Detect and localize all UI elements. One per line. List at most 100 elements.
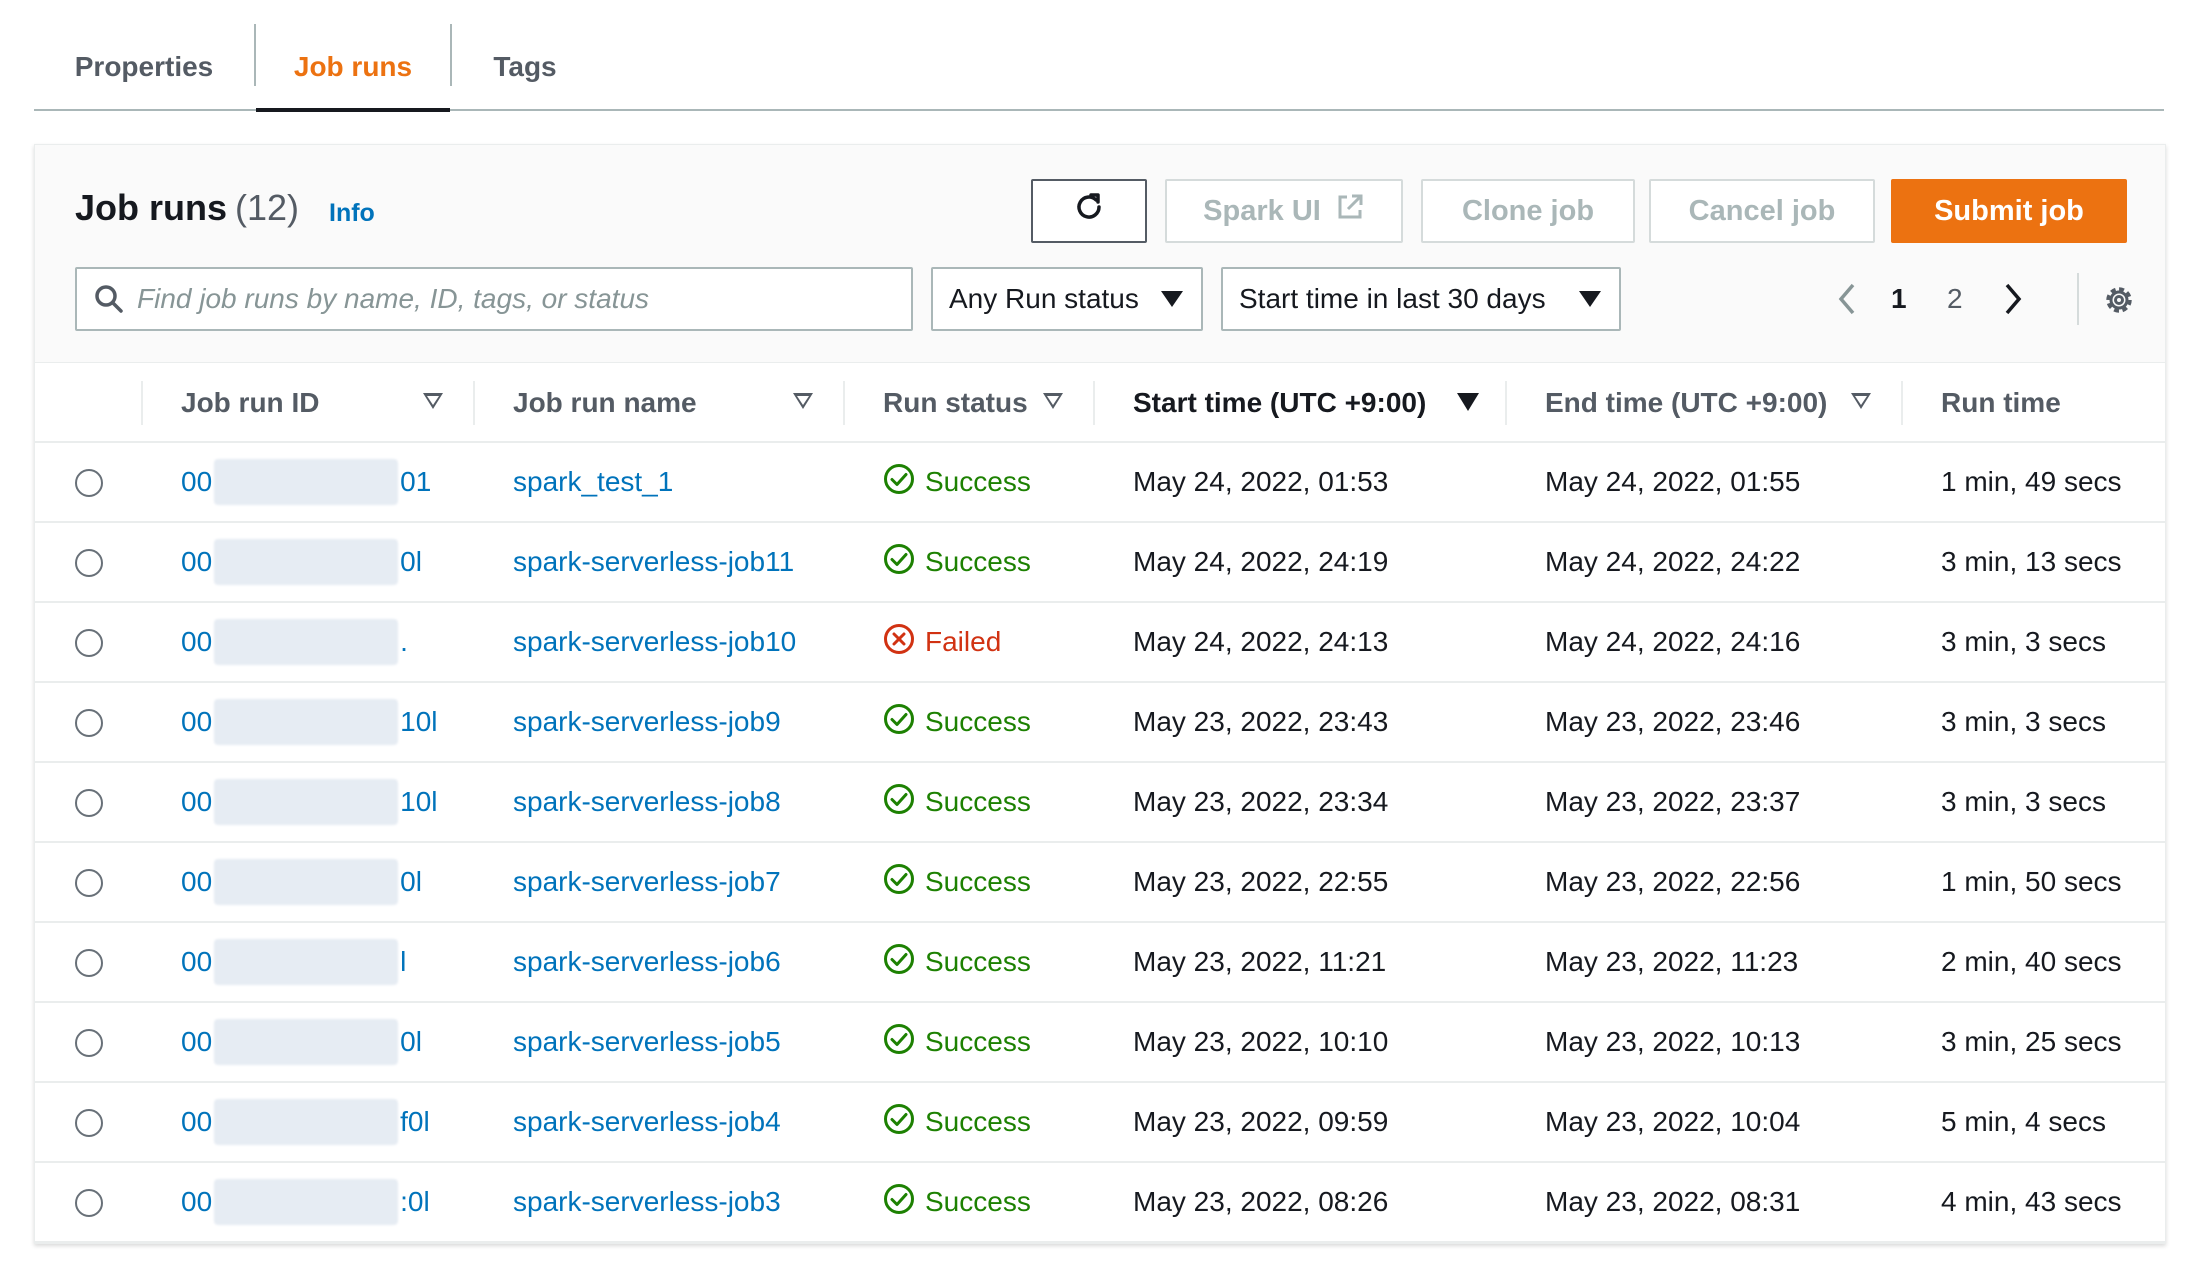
job-run-name-link[interactable]: spark-serverless-job9 [513,683,781,761]
table-row: 00 f0l spark-serverless-job4 Success May … [35,1083,2165,1163]
job-run-id-link[interactable]: 00 0l [181,859,422,905]
run-status-cell: Success [883,443,1031,521]
spark-ui-button[interactable]: Spark UI [1165,179,1403,243]
start-time-cell: May 24, 2022, 24:13 [1133,626,1389,657]
job-run-id-prefix: 00 [181,946,213,977]
row-select-radio[interactable] [75,869,103,897]
job-run-id-link[interactable]: 00:0l [181,1179,430,1225]
info-link[interactable]: Info [329,199,375,228]
job-run-id-link[interactable]: 00 l [181,939,406,985]
run-status-filter-value: Any Run status [949,283,1139,314]
job-run-id-link[interactable]: 00. [181,619,408,665]
job-run-name-link[interactable]: spark-serverless-job8 [513,763,781,841]
column-header-run-status[interactable]: Run status [883,363,1028,443]
row-select-radio[interactable] [75,949,103,977]
sort-icon[interactable] [1043,393,1063,409]
row-select-radio[interactable] [75,1189,103,1217]
spark-ui-label: Spark UI [1203,194,1321,227]
job-run-id-cell: 00 f0l [181,1083,430,1161]
job-run-name-link[interactable]: spark-serverless-job4 [513,1083,781,1161]
job-run-id-link[interactable]: 00 01 [181,459,431,505]
status-badge: Success [883,543,1031,582]
tab-tags[interactable]: Tags [452,24,598,110]
sort-icon[interactable] [793,393,813,409]
row-select-radio[interactable] [75,549,103,577]
column-header-end-time[interactable]: End time (UTC +9:00) [1545,363,1827,443]
job-run-id-prefix: 00 [181,1026,213,1057]
column-header-job-run-id[interactable]: Job run ID [181,363,319,443]
table-row: 00 0l spark-serverless-job5 Success May 2… [35,1003,2165,1083]
start-time-cell: May 23, 2022, 08:26 [1133,1186,1389,1217]
row-select-radio[interactable] [75,469,103,497]
status-badge: Success [883,463,1031,502]
status-label: Success [925,786,1031,817]
tab-job-runs[interactable]: Job runs [256,24,450,112]
job-run-name-link[interactable]: spark-serverless-job10 [513,603,796,681]
status-label: Failed [925,626,1002,657]
run-status-filter[interactable]: Any Run status [931,267,1203,331]
sort-icon[interactable] [423,393,443,409]
tab-bar: Properties Job runs Tags [34,0,2164,112]
row-select-radio[interactable] [75,1029,103,1057]
gear-icon[interactable] [2101,282,2137,323]
end-time-cell: May 23, 2022, 11:23 [1545,946,1799,977]
job-run-id-prefix: 00 [181,786,213,817]
job-run-name-link[interactable]: spark-serverless-job6 [513,923,781,1001]
success-check-icon [883,1023,915,1062]
start-time-filter[interactable]: Start time in last 30 days [1221,267,1621,331]
column-header-run-time: Run time [1941,387,2061,418]
run-status-cell: Success [883,1163,1031,1241]
search-input[interactable] [137,283,897,315]
end-time-cell: May 23, 2022, 22:56 [1545,866,1801,897]
success-check-icon [883,943,915,982]
previous-page-icon[interactable] [1835,281,1859,322]
clone-job-button[interactable]: Clone job [1421,179,1635,243]
next-page-icon[interactable] [2001,281,2025,322]
submit-job-button[interactable]: Submit job [1891,179,2127,243]
run-status-cell: Success [883,763,1031,841]
success-check-icon [883,783,915,822]
column-header-start-time[interactable]: Start time (UTC +9:00) [1133,363,1426,443]
job-run-id-prefix: 00 [181,626,213,657]
sort-descending-icon[interactable] [1457,393,1479,411]
job-run-id-cell: 00:0l [181,1163,430,1241]
job-run-id-link[interactable]: 00 f0l [181,1099,430,1145]
row-select-radio[interactable] [75,789,103,817]
job-run-name-link[interactable]: spark-serverless-job5 [513,1003,781,1081]
job-run-id-suffix: 01 [400,466,432,497]
job-run-id-link[interactable]: 00 0l [181,539,422,585]
failed-icon [883,623,915,662]
column-header-job-run-name[interactable]: Job run name [513,363,697,443]
page-title: Job runs (12) [75,187,299,229]
run-time-cell: 3 min, 13 secs [1941,546,2122,577]
page-2[interactable]: 2 [1947,283,1963,315]
job-run-id-cell: 00. [181,603,408,681]
job-run-id-link[interactable]: 00 10l [181,779,438,825]
tab-properties[interactable]: Properties [34,24,254,110]
start-time-cell: May 23, 2022, 11:21 [1133,946,1387,977]
table-row: 00 l spark-serverless-job6 Success May 23… [35,923,2165,1003]
row-select-radio[interactable] [75,709,103,737]
start-time-cell: May 23, 2022, 10:10 [1133,1026,1389,1057]
page-1[interactable]: 1 [1891,283,1907,315]
status-label: Success [925,706,1031,737]
start-time-cell: May 24, 2022, 01:53 [1133,466,1389,497]
row-select-radio[interactable] [75,1109,103,1137]
refresh-button[interactable] [1031,179,1147,243]
cancel-job-button[interactable]: Cancel job [1649,179,1875,243]
job-run-name-link[interactable]: spark_test_1 [513,443,673,521]
job-run-id-link[interactable]: 00 10l [181,699,438,745]
column-divider [843,381,845,425]
run-status-cell: Success [883,523,1031,601]
table-row: 00. spark-serverless-job10 Failed May 24… [35,603,2165,683]
status-badge: Success [883,1023,1031,1062]
job-run-id-link[interactable]: 00 0l [181,1019,422,1065]
job-run-name-link[interactable]: spark-serverless-job3 [513,1163,781,1241]
row-select-radio[interactable] [75,629,103,657]
success-check-icon [883,463,915,502]
table-header: Job run ID Job run name Run status Start… [35,363,2165,443]
sort-icon[interactable] [1851,393,1871,409]
job-run-count: (12) [235,187,300,228]
job-run-name-link[interactable]: spark-serverless-job7 [513,843,781,921]
job-run-name-link[interactable]: spark-serverless-job11 [513,523,794,601]
